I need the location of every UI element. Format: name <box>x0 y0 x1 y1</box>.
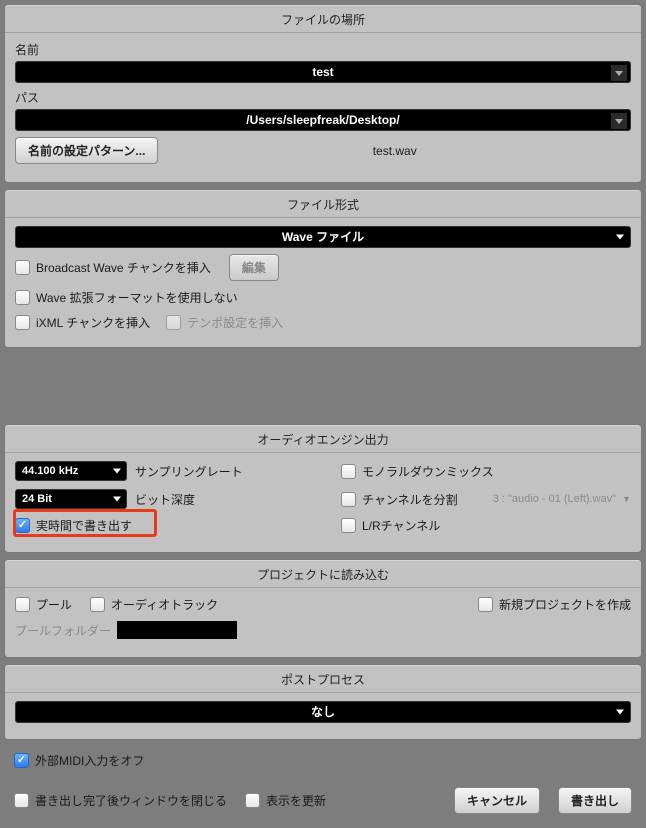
path-select[interactable]: /Users/sleepfreak/Desktop/ <box>15 109 631 131</box>
wave-ext-checkbox[interactable] <box>15 290 30 305</box>
post-process-title: ポストプロセス <box>5 665 641 693</box>
bit-depth-select[interactable]: 24 Bit <box>15 489 127 509</box>
file-format-panel: ファイル形式 Wave ファイル Broadcast Wave チャンクを挿入 … <box>4 189 642 348</box>
close-after-checkbox[interactable] <box>14 793 29 808</box>
midi-off-label: 外部MIDI入力をオフ <box>35 752 144 769</box>
pool-folder-field[interactable] <box>117 621 237 639</box>
path-label: パス <box>15 89 631 106</box>
audio-engine-title: オーディオエンジン出力 <box>5 425 641 453</box>
realtime-export-checkbox[interactable] <box>15 518 30 533</box>
file-location-title: ファイルの場所 <box>5 5 641 33</box>
wave-ext-label: Wave 拡張フォーマットを使用しない <box>36 289 238 306</box>
mono-downmix-label: モノラルダウンミックス <box>362 463 494 480</box>
lr-channel-label: L/Rチャンネル <box>362 517 440 534</box>
split-example-text: 3 : "audio - 01 (Left).wav" <box>493 493 616 505</box>
audio-track-checkbox[interactable] <box>90 597 105 612</box>
pool-folder-label: プールフォルダー <box>15 622 111 639</box>
export-button[interactable]: 書き出し <box>558 787 632 814</box>
name-pattern-button[interactable]: 名前の設定パターン... <box>15 137 158 164</box>
close-after-label: 書き出し完了後ウィンドウを閉じる <box>35 792 227 809</box>
chevron-down-icon <box>616 710 624 715</box>
chevron-down-icon <box>611 113 627 129</box>
chevron-down-icon: ▼ <box>622 494 631 504</box>
post-process-panel: ポストプロセス なし <box>4 664 642 740</box>
sample-rate-select[interactable]: 44.100 kHz <box>15 461 127 481</box>
name-select[interactable]: test <box>15 61 631 83</box>
audio-engine-panel: オーディオエンジン出力 44.100 kHz サンプリングレート モノラルダウン… <box>4 424 642 553</box>
lr-channel-checkbox[interactable] <box>341 518 356 533</box>
broadcast-wave-checkbox[interactable] <box>15 260 30 275</box>
edit-button[interactable]: 編集 <box>229 254 279 281</box>
new-project-label: 新規プロジェクトを作成 <box>499 596 631 613</box>
tempo-checkbox <box>166 315 181 330</box>
mono-downmix-checkbox[interactable] <box>341 464 356 479</box>
chevron-down-icon <box>611 65 627 81</box>
chevron-down-icon <box>616 235 624 240</box>
post-process-select[interactable]: なし <box>15 701 631 723</box>
midi-off-checkbox[interactable] <box>14 753 29 768</box>
split-channels-label: チャンネルを分割 <box>362 491 458 508</box>
file-format-select[interactable]: Wave ファイル <box>15 226 631 248</box>
name-label: 名前 <box>15 41 631 58</box>
import-project-title: プロジェクトに読み込む <box>5 560 641 588</box>
file-location-panel: ファイルの場所 名前 test パス /Users/sleepfreak/Des… <box>4 4 642 183</box>
split-channels-checkbox[interactable] <box>341 492 356 507</box>
audio-track-label: オーディオトラック <box>111 596 218 613</box>
pool-label: プール <box>36 596 72 613</box>
filename-preview: test.wav <box>158 144 631 158</box>
cancel-button[interactable]: キャンセル <box>454 787 540 814</box>
broadcast-wave-label: Broadcast Wave チャンクを挿入 <box>36 259 211 276</box>
sample-rate-label: サンプリングレート <box>135 463 243 480</box>
pool-checkbox[interactable] <box>15 597 30 612</box>
chevron-down-icon <box>113 469 121 474</box>
ixml-label: iXML チャンクを挿入 <box>36 314 150 331</box>
file-format-title: ファイル形式 <box>5 190 641 218</box>
chevron-down-icon <box>113 497 121 502</box>
refresh-display-label: 表示を更新 <box>266 792 326 809</box>
realtime-export-label: 実時間で書き出す <box>36 517 132 534</box>
bit-depth-label: ビット深度 <box>135 491 195 508</box>
refresh-display-checkbox[interactable] <box>245 793 260 808</box>
tempo-label: テンポ設定を挿入 <box>187 314 283 331</box>
new-project-checkbox[interactable] <box>478 597 493 612</box>
ixml-checkbox[interactable] <box>15 315 30 330</box>
import-project-panel: プロジェクトに読み込む プール オーディオトラック 新規プロジェクトを作成 プー… <box>4 559 642 658</box>
